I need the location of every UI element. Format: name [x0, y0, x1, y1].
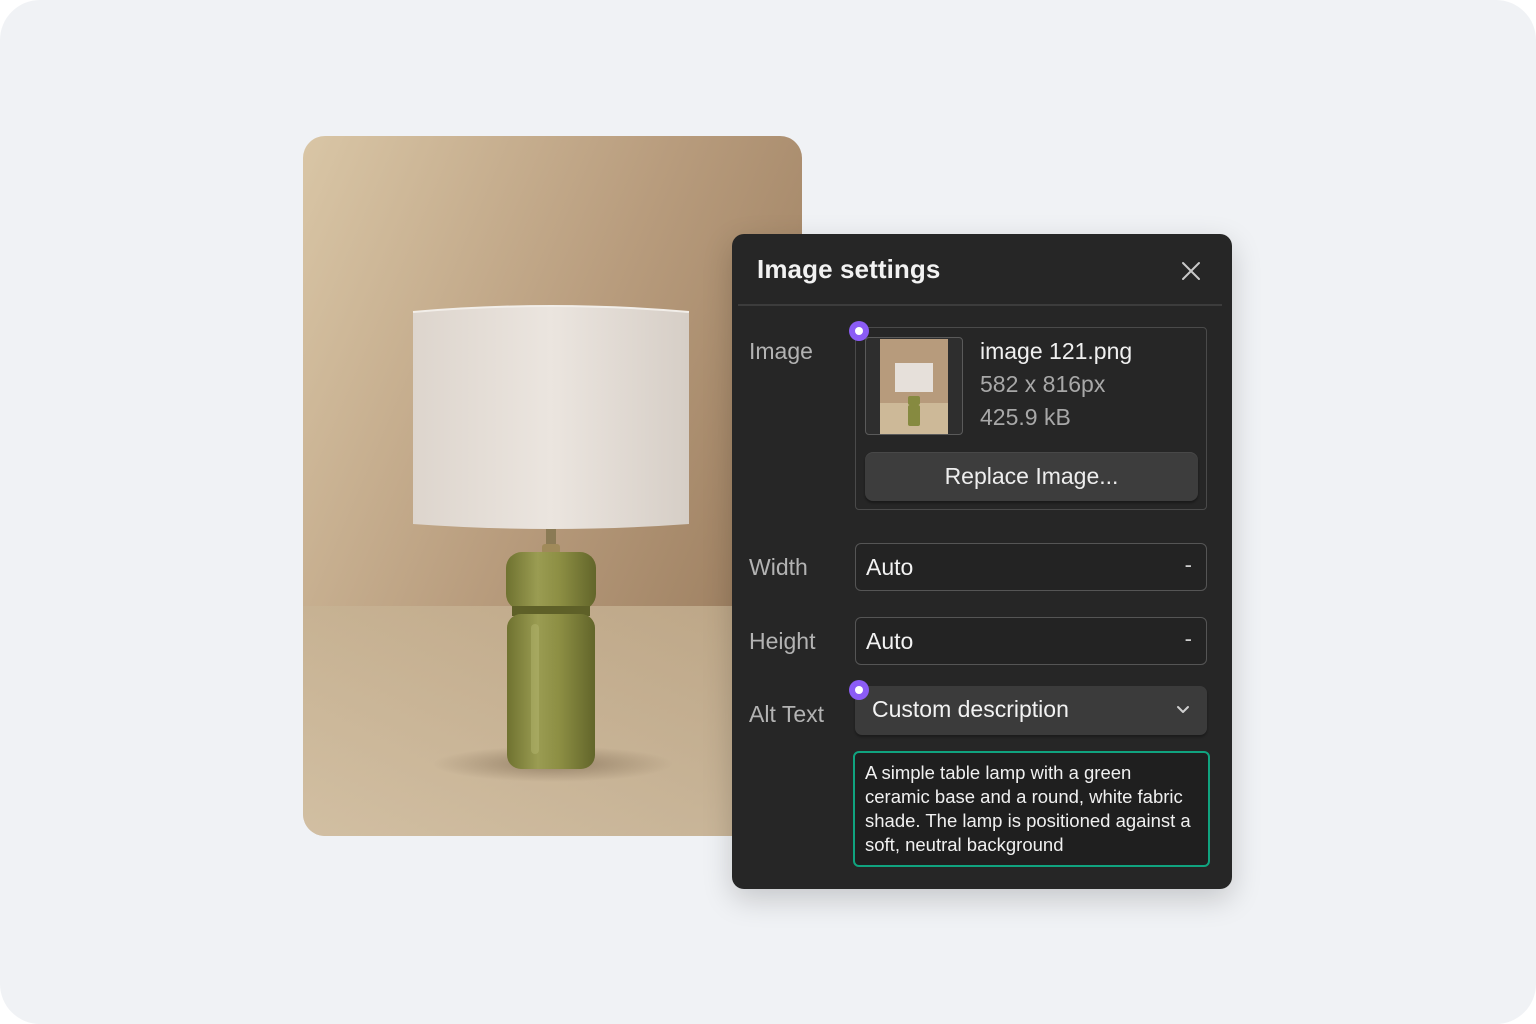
alt-text-indicator-dot — [849, 680, 869, 700]
height-label: Height — [749, 628, 816, 654]
alt-text-label: Alt Text — [749, 701, 824, 727]
file-size: 425.9 kB — [980, 404, 1071, 430]
chevron-down-icon — [1175, 704, 1191, 716]
file-dimensions: 582 x 816px — [980, 371, 1106, 397]
image-picker: image 121.png 582 x 816px 425.9 kB Repla… — [855, 327, 1207, 510]
lamp-photo — [303, 136, 802, 836]
alt-text-mode-select[interactable]: Custom description — [855, 686, 1207, 735]
height-value: Auto — [866, 628, 914, 654]
header-divider — [738, 304, 1222, 306]
image-thumbnail[interactable] — [865, 337, 963, 435]
image-settings-panel: Image settings Image image 121.png 582 x… — [732, 234, 1232, 889]
file-name: image 121.png — [980, 338, 1133, 364]
width-unit[interactable]: - — [1185, 552, 1192, 578]
width-input[interactable]: Auto - — [855, 543, 1207, 591]
close-icon — [1182, 262, 1200, 280]
image-label: Image — [749, 338, 813, 364]
alt-text-mode-value: Custom description — [872, 696, 1069, 722]
image-indicator-dot — [849, 321, 869, 341]
replace-image-button[interactable]: Replace Image... — [865, 452, 1198, 501]
width-value: Auto — [866, 554, 914, 580]
height-input[interactable]: Auto - — [855, 617, 1207, 665]
close-button[interactable] — [1178, 258, 1204, 284]
alt-text-textarea[interactable]: A simple table lamp with a green ceramic… — [853, 751, 1210, 867]
height-unit[interactable]: - — [1185, 626, 1192, 652]
thumbnail-illustration — [880, 339, 948, 434]
lamp-illustration — [303, 136, 802, 836]
canvas: Image settings Image image 121.png 582 x… — [0, 0, 1536, 1024]
width-label: Width — [749, 554, 808, 580]
panel-title: Image settings — [757, 254, 941, 284]
